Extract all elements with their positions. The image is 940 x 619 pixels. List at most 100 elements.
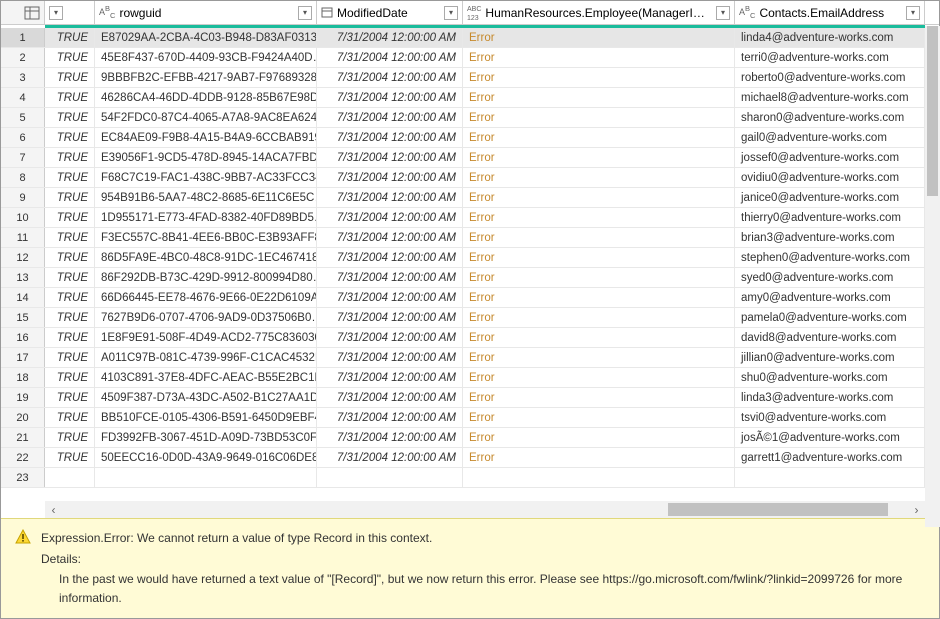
table-row[interactable]: 9TRUE954B91B6-5AA7-48C2-8685-6E11C6E5C…7…	[1, 188, 939, 208]
cell-rowguid[interactable]: 86F292DB-B73C-429D-9912-800994D80…	[95, 268, 317, 287]
cell-modifieddate[interactable]	[317, 468, 463, 487]
cell-bool[interactable]: TRUE	[45, 428, 95, 447]
scroll-left-arrow[interactable]: ‹	[45, 503, 62, 517]
cell-modifieddate[interactable]: 7/31/2004 12:00:00 AM	[317, 248, 463, 267]
table-row[interactable]: 3TRUE9BBBFB2C-EFBB-4217-9AB7-F976893288……	[1, 68, 939, 88]
cell-bool[interactable]: TRUE	[45, 28, 95, 47]
cell-bool[interactable]: TRUE	[45, 308, 95, 327]
row-number[interactable]: 4	[1, 88, 45, 107]
cell-email[interactable]: terri0@adventure-works.com	[735, 48, 925, 67]
cell-error[interactable]: Error	[463, 348, 735, 367]
table-row[interactable]: 14TRUE66D66445-EE78-4676-9E66-0E22D6109A…	[1, 288, 939, 308]
cell-rowguid[interactable]: 954B91B6-5AA7-48C2-8685-6E11C6E5C…	[95, 188, 317, 207]
cell-modifieddate[interactable]: 7/31/2004 12:00:00 AM	[317, 128, 463, 147]
cell-rowguid[interactable]: FD3992FB-3067-451D-A09D-73BD53C0F…	[95, 428, 317, 447]
cell-rowguid[interactable]: 1D955171-E773-4FAD-8382-40FD89BD5…	[95, 208, 317, 227]
cell-rowguid[interactable]: 1E8F9E91-508F-4D49-ACD2-775C836030…	[95, 328, 317, 347]
cell-modifieddate[interactable]: 7/31/2004 12:00:00 AM	[317, 28, 463, 47]
row-header-corner[interactable]	[1, 1, 45, 24]
cell-rowguid[interactable]: 45E8F437-670D-4409-93CB-F9424A40D…	[95, 48, 317, 67]
cell-email[interactable]: syed0@adventure-works.com	[735, 268, 925, 287]
table-row[interactable]: 12TRUE86D5FA9E-4BC0-48C8-91DC-1EC467418……	[1, 248, 939, 268]
table-row[interactable]: 7TRUEE39056F1-9CD5-478D-8945-14ACA7FBD…7…	[1, 148, 939, 168]
filter-button[interactable]: ▾	[49, 6, 63, 20]
cell-email[interactable]: ovidiu0@adventure-works.com	[735, 168, 925, 187]
vertical-scrollbar[interactable]	[925, 26, 940, 527]
cell-email[interactable]: david8@adventure-works.com	[735, 328, 925, 347]
row-number[interactable]: 15	[1, 308, 45, 327]
cell-error[interactable]: Error	[463, 188, 735, 207]
row-number[interactable]: 20	[1, 408, 45, 427]
cell-error[interactable]: Error	[463, 28, 735, 47]
filter-button[interactable]: ▾	[906, 6, 920, 20]
filter-button[interactable]: ▾	[716, 6, 730, 20]
cell-error[interactable]: Error	[463, 168, 735, 187]
column-header-modifieddate[interactable]: ModifiedDate ▾	[317, 1, 463, 24]
cell-modifieddate[interactable]: 7/31/2004 12:00:00 AM	[317, 88, 463, 107]
table-row[interactable]: 15TRUE7627B9D6-0707-4706-9AD9-0D37506B0……	[1, 308, 939, 328]
table-row[interactable]: 1TRUEE87029AA-2CBA-4C03-B948-D83AF0313…7…	[1, 28, 939, 48]
cell-error[interactable]: Error	[463, 368, 735, 387]
row-number[interactable]: 7	[1, 148, 45, 167]
table-row[interactable]: 4TRUE46286CA4-46DD-4DDB-9128-85B67E98D…7…	[1, 88, 939, 108]
cell-bool[interactable]	[45, 468, 95, 487]
row-number[interactable]: 21	[1, 428, 45, 447]
cell-email[interactable]: sharon0@adventure-works.com	[735, 108, 925, 127]
cell-rowguid[interactable]: F68C7C19-FAC1-438C-9BB7-AC33FCC34…	[95, 168, 317, 187]
cell-bool[interactable]: TRUE	[45, 388, 95, 407]
cell-modifieddate[interactable]: 7/31/2004 12:00:00 AM	[317, 208, 463, 227]
hscroll-track[interactable]	[62, 501, 908, 518]
cell-bool[interactable]: TRUE	[45, 408, 95, 427]
cell-rowguid[interactable]: F3EC557C-8B41-4EE6-BB0C-E3B93AFF81…	[95, 228, 317, 247]
cell-bool[interactable]: TRUE	[45, 148, 95, 167]
table-row[interactable]: 16TRUE1E8F9E91-508F-4D49-ACD2-775C836030…	[1, 328, 939, 348]
cell-email[interactable]: janice0@adventure-works.com	[735, 188, 925, 207]
row-number[interactable]: 3	[1, 68, 45, 87]
cell-modifieddate[interactable]: 7/31/2004 12:00:00 AM	[317, 388, 463, 407]
cell-modifieddate[interactable]: 7/31/2004 12:00:00 AM	[317, 448, 463, 467]
cell-rowguid[interactable]: 4509F387-D73A-43DC-A502-B1C27AA1D…	[95, 388, 317, 407]
cell-email[interactable]: brian3@adventure-works.com	[735, 228, 925, 247]
cell-modifieddate[interactable]: 7/31/2004 12:00:00 AM	[317, 308, 463, 327]
table-row[interactable]: 19TRUE4509F387-D73A-43DC-A502-B1C27AA1D……	[1, 388, 939, 408]
table-row[interactable]: 18TRUE4103C891-37E8-4DFC-AEAC-B55E2BC1B……	[1, 368, 939, 388]
table-row[interactable]: 11TRUEF3EC557C-8B41-4EE6-BB0C-E3B93AFF81…	[1, 228, 939, 248]
cell-bool[interactable]: TRUE	[45, 108, 95, 127]
cell-error[interactable]: Error	[463, 328, 735, 347]
cell-modifieddate[interactable]: 7/31/2004 12:00:00 AM	[317, 148, 463, 167]
cell-error[interactable]: Error	[463, 228, 735, 247]
row-number[interactable]: 16	[1, 328, 45, 347]
row-number[interactable]: 19	[1, 388, 45, 407]
horizontal-scrollbar[interactable]: ‹ ›	[45, 501, 925, 518]
cell-error[interactable]	[463, 468, 735, 487]
vscroll-thumb[interactable]	[927, 26, 938, 196]
cell-bool[interactable]: TRUE	[45, 288, 95, 307]
cell-rowguid[interactable]: EC84AE09-F9B8-4A15-B4A9-6CCBAB919…	[95, 128, 317, 147]
cell-error[interactable]: Error	[463, 388, 735, 407]
column-header-rowguid[interactable]: ABC rowguid ▾	[95, 1, 317, 24]
cell-error[interactable]: Error	[463, 448, 735, 467]
cell-email[interactable]	[735, 468, 925, 487]
cell-email[interactable]: shu0@adventure-works.com	[735, 368, 925, 387]
filter-button[interactable]: ▾	[298, 6, 312, 20]
row-number[interactable]: 6	[1, 128, 45, 147]
cell-error[interactable]: Error	[463, 248, 735, 267]
cell-error[interactable]: Error	[463, 48, 735, 67]
table-row[interactable]: 8TRUEF68C7C19-FAC1-438C-9BB7-AC33FCC34…7…	[1, 168, 939, 188]
column-header-email[interactable]: ABC Contacts.EmailAddress ▾	[735, 1, 925, 24]
row-number[interactable]: 22	[1, 448, 45, 467]
cell-rowguid[interactable]: 50EECC16-0D0D-43A9-9649-016C06DE8…	[95, 448, 317, 467]
cell-modifieddate[interactable]: 7/31/2004 12:00:00 AM	[317, 408, 463, 427]
table-row[interactable]: 20TRUEBB510FCE-0105-4306-B591-6450D9EBF4…	[1, 408, 939, 428]
cell-error[interactable]: Error	[463, 108, 735, 127]
cell-email[interactable]: michael8@adventure-works.com	[735, 88, 925, 107]
cell-email[interactable]: josÃ©1@adventure-works.com	[735, 428, 925, 447]
cell-error[interactable]: Error	[463, 148, 735, 167]
cell-rowguid[interactable]: BB510FCE-0105-4306-B591-6450D9EBF4…	[95, 408, 317, 427]
cell-bool[interactable]: TRUE	[45, 348, 95, 367]
cell-bool[interactable]: TRUE	[45, 68, 95, 87]
cell-modifieddate[interactable]: 7/31/2004 12:00:00 AM	[317, 368, 463, 387]
cell-rowguid[interactable]: A011C97B-081C-4739-996F-C1CAC4532F…	[95, 348, 317, 367]
cell-error[interactable]: Error	[463, 88, 735, 107]
cell-rowguid[interactable]: 9BBBFB2C-EFBB-4217-9AB7-F976893288…	[95, 68, 317, 87]
